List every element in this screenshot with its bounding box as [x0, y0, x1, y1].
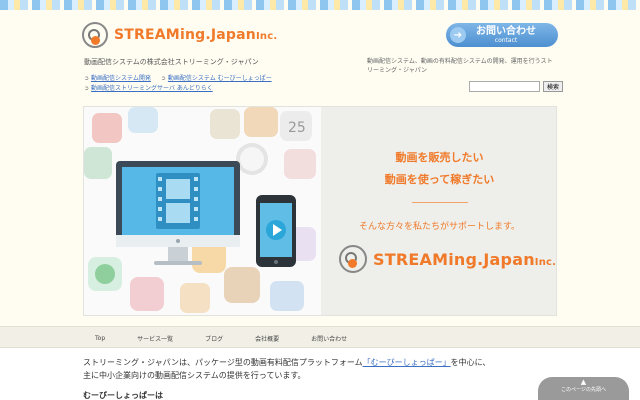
link-arrow-icon: ➲ [84, 85, 90, 92]
intro-paragraph: ストリーミング・ジャパンは、パッケージ型の動画有料配信プラットフォーム「むーびー… [83, 356, 490, 382]
media-devices-illustration: 25 [84, 107, 316, 313]
site-logo[interactable]: STREAMing.JapanInc. [82, 22, 277, 48]
logo-text: STREAMing.JapanInc. [114, 27, 278, 43]
svg-text:25: 25 [288, 120, 306, 136]
nav-item-company[interactable]: 会社概要 [239, 334, 295, 343]
logo-mark-icon [82, 22, 108, 48]
back-to-top-button[interactable]: ▲ このページの先頭へ [538, 377, 629, 400]
search-button[interactable]: 検索 [543, 81, 564, 92]
header-description: 動画配信システム、動画の有料配信システムの開発、運用を行うストリーミング・ジャパ… [367, 58, 553, 74]
link-movie-shopper-inline[interactable]: 「むーびーしょっぱー」 [363, 358, 451, 367]
link-system-development[interactable]: 動画配信システム開発 [91, 75, 151, 82]
site-header: STREAMing.JapanInc. 動画配信システムの株式会社ストリーミング… [0, 10, 640, 96]
logo-mark-icon [339, 245, 367, 273]
search-input[interactable] [469, 81, 540, 92]
contact-button-sublabel: contact [494, 36, 518, 44]
intro-text: を中心に、 [450, 358, 491, 367]
hero-headline-1: 動画を販売したい [395, 151, 484, 164]
intro-text: 主に中小企業向けの動画配信システムの提供を行っています。 [83, 371, 306, 380]
intro-text: ストリーミング・ジャパンは、パッケージ型の動画有料配信プラットフォーム [83, 358, 363, 367]
link-movie-shopper[interactable]: 動画配信システム むーびーしょっぱー [168, 75, 272, 82]
link-arrow-icon: ➲ [160, 75, 166, 82]
hero-divider [412, 202, 468, 203]
hero-illustration: 25 [84, 107, 321, 315]
arrow-right-icon: ➔ [450, 27, 466, 43]
section-heading: むーびーしょっぱーは [83, 391, 163, 400]
nav-item-top[interactable]: Top [83, 335, 121, 342]
link-streaming-server[interactable]: 動画配信ストリーミングサーバ あんどりらく [91, 85, 213, 92]
global-nav: Top サービス一覧 ブログ 会社概要 お問い合わせ [0, 326, 640, 348]
link-arrow-icon: ➲ [84, 75, 90, 82]
hero-logo: STREAMing.JapanInc. [339, 245, 556, 273]
nav-item-contact[interactable]: お問い合わせ [295, 334, 363, 343]
back-to-top-label: このページの先頭へ [561, 387, 606, 393]
nav-item-services[interactable]: サービス一覧 [121, 334, 189, 343]
top-decorative-stripe [0, 0, 640, 10]
hero-headline-2: 動画を使って稼ぎたい [384, 173, 495, 186]
header-links: ➲ 動画配信システム開発 ➲ 動画配信システム むーびーしょっぱー ➲ 動画配信ストリ… [84, 74, 272, 94]
caret-up-icon: ▲ [580, 378, 587, 386]
hero-message: 動画を販売したい 動画を使って稼ぎたい そんな方々を私たちがサポートします。 S… [321, 107, 558, 315]
contact-button-label: お問い合わせ [476, 25, 536, 37]
search-form: 検索 [469, 81, 564, 92]
hero-banner: 25 動画を販売したい 動画を使って稼ぎたい そんな方々を私たちがサポートします… [83, 106, 557, 316]
hero-subheadline: そんな方々を私たちがサポートします。 [358, 222, 521, 232]
nav-item-blog[interactable]: ブログ [189, 334, 239, 343]
hero-logo-text: STREAMing.JapanInc. [373, 249, 557, 269]
contact-button[interactable]: ➔ お問い合わせ contact [446, 23, 558, 47]
site-tagline: 動画配信システムの株式会社ストリーミング・ジャパン [84, 58, 259, 66]
